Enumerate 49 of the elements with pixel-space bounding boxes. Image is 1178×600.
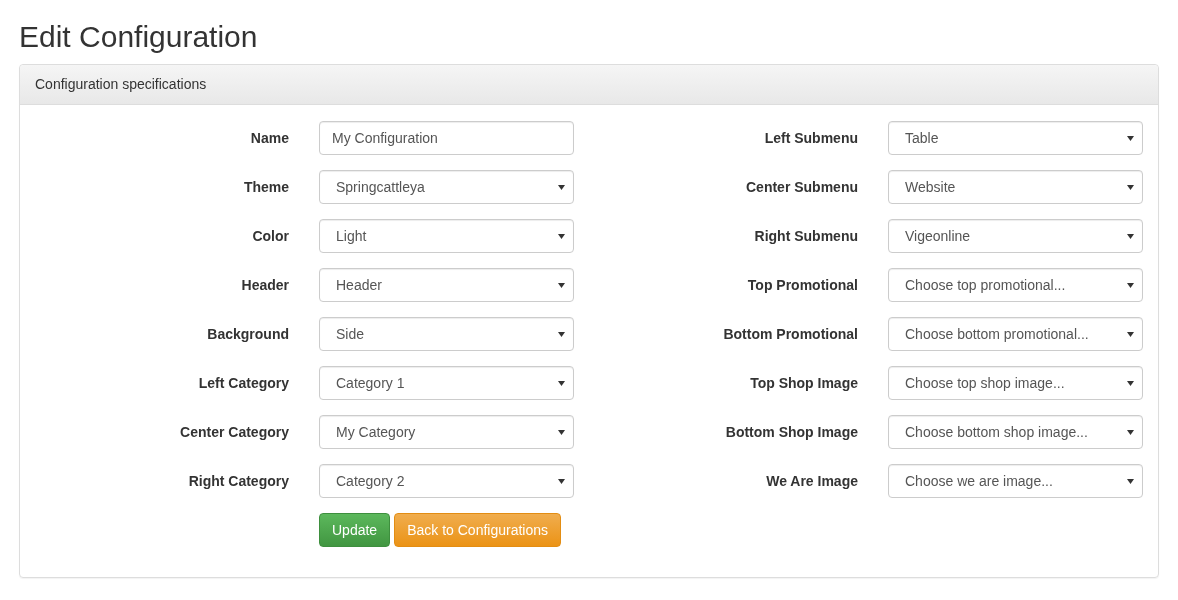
select-dropdown[interactable]: Springcattleya	[319, 170, 574, 204]
panel-header: Configuration specifications	[20, 65, 1158, 105]
select-dropdown[interactable]: Choose bottom shop image...	[888, 415, 1143, 449]
caret-icon	[558, 282, 565, 288]
select-dropdown[interactable]: Side	[319, 317, 574, 351]
select-dropdown[interactable]: Choose we are image...	[888, 464, 1143, 498]
page-title: Edit Configuration	[19, 19, 259, 55]
caret-icon	[1127, 331, 1134, 337]
caret-icon	[1127, 135, 1134, 141]
select-dropdown[interactable]: Category 1	[319, 366, 574, 400]
caret-icon	[1127, 429, 1134, 435]
field-label: We Are Image	[765, 473, 858, 489]
caret-icon	[1127, 233, 1134, 239]
select-dropdown[interactable]: Category 2	[319, 464, 574, 498]
caret-icon	[1127, 184, 1134, 190]
caret-icon	[1127, 478, 1134, 484]
field-label: Top Shop Image	[749, 375, 858, 391]
caret-icon	[558, 184, 565, 190]
caret-icon	[558, 331, 565, 337]
field-label: Center Category	[179, 424, 289, 440]
field-label: Name	[249, 130, 289, 146]
select-dropdown[interactable]: Table	[888, 121, 1143, 155]
field-label: Bottom Shop Image	[724, 424, 858, 440]
caret-icon	[1127, 380, 1134, 386]
field-label: Right Category	[187, 473, 289, 489]
field-label: Left Submenu	[763, 130, 858, 146]
field-label: Right Submenu	[753, 228, 858, 244]
field-label: Theme	[242, 179, 289, 195]
select-dropdown[interactable]: Choose bottom promotional...	[888, 317, 1143, 351]
field-label: Background	[206, 326, 289, 342]
caret-icon	[558, 478, 565, 484]
caret-icon	[558, 380, 565, 386]
select-dropdown[interactable]: Choose top promotional...	[888, 268, 1143, 302]
caret-icon	[558, 233, 565, 239]
select-dropdown[interactable]: Light	[319, 219, 574, 253]
select-dropdown[interactable]: Choose top shop image...	[888, 366, 1143, 400]
caret-icon	[558, 429, 565, 435]
field-label: Header	[240, 277, 289, 293]
select-dropdown[interactable]: My Category	[319, 415, 574, 449]
field-label: Center Submenu	[745, 179, 858, 195]
select-dropdown[interactable]: Vigeonline	[888, 219, 1143, 253]
field-label: Color	[251, 228, 289, 244]
field-label: Left Category	[197, 375, 289, 391]
select-dropdown[interactable]: Header	[319, 268, 574, 302]
select-dropdown[interactable]: Website	[888, 170, 1143, 204]
field-label: Top Promotional	[746, 277, 858, 293]
caret-icon	[1127, 282, 1134, 288]
text-input[interactable]: My Configuration	[319, 121, 574, 155]
field-label: Bottom Promotional	[722, 326, 858, 342]
